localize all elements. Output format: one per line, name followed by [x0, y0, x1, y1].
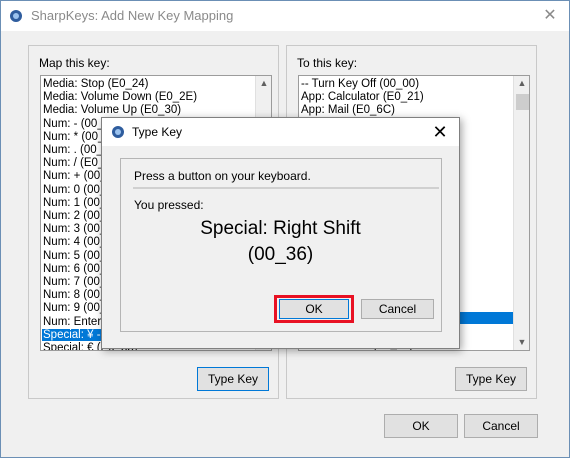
ok-button[interactable]: OK: [384, 414, 458, 438]
keyboard-icon: [112, 126, 124, 138]
type-key-dialog: Type Key ✕ Press a button on your keyboa…: [101, 117, 460, 349]
map-to-label: To this key:: [297, 56, 358, 70]
keyboard-icon: [10, 10, 22, 22]
dialog-title-bar: Type Key ✕: [102, 118, 459, 146]
list-item[interactable]: Media: Volume Up (E0_30): [42, 104, 181, 116]
scroll-down-icon[interactable]: ▼: [514, 337, 529, 347]
list-item[interactable]: -- Turn Key Off (00_00): [300, 78, 419, 90]
close-icon[interactable]: ✕: [539, 6, 561, 26]
dialog-ok-button[interactable]: OK: [279, 299, 349, 319]
type-key-button-right[interactable]: Type Key: [455, 367, 527, 391]
list-item[interactable]: Media: Stop (E0_24): [42, 78, 148, 90]
separator: [133, 187, 439, 189]
scroll-thumb[interactable]: [516, 94, 529, 110]
pressed-key-line-1: Special: Right Shift: [200, 218, 361, 239]
list-item[interactable]: App: Mail (E0_6C): [300, 104, 395, 116]
dialog-cancel-button[interactable]: Cancel: [361, 299, 434, 319]
scroll-up-icon[interactable]: ▲: [514, 78, 529, 88]
title-bar: SharpKeys: Add New Key Mapping ✕: [1, 1, 569, 31]
type-key-button-left[interactable]: Type Key: [197, 367, 269, 391]
dialog-prompt: Press a button on your keyboard.: [134, 169, 311, 183]
you-pressed-label: You pressed:: [134, 198, 204, 212]
list-item[interactable]: Media: Volume Down (E0_2E): [42, 91, 197, 103]
scroll-up-icon[interactable]: ▲: [256, 78, 271, 88]
map-to-scrollbar[interactable]: ▲ ▼: [513, 76, 529, 350]
map-from-label: Map this key:: [39, 56, 110, 70]
pressed-key-line-2: (00_36): [247, 244, 314, 265]
close-icon[interactable]: ✕: [428, 121, 452, 143]
cancel-button[interactable]: Cancel: [464, 414, 538, 438]
window-title: SharpKeys: Add New Key Mapping: [31, 8, 234, 23]
dialog-title: Type Key: [132, 125, 183, 139]
list-item[interactable]: App: Calculator (E0_21): [300, 91, 424, 103]
